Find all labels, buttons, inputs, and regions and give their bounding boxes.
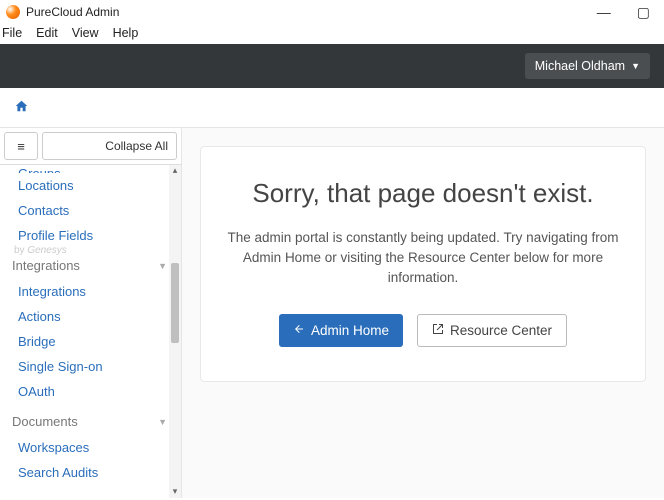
user-name: Michael Oldham bbox=[535, 59, 625, 73]
home-icon[interactable] bbox=[14, 99, 29, 116]
minimize-button[interactable]: — bbox=[597, 5, 611, 19]
error-card: Sorry, that page doesn't exist. The admi… bbox=[200, 146, 646, 382]
content-area: Sorry, that page doesn't exist. The admi… bbox=[182, 128, 664, 498]
scroll-down-icon[interactable]: ▾ bbox=[169, 486, 181, 498]
scroll-up-icon[interactable]: ▴ bbox=[169, 165, 181, 177]
maximize-button[interactable]: ▢ bbox=[637, 5, 650, 19]
chevron-down-icon: ▼ bbox=[158, 261, 167, 271]
resource-center-button[interactable]: Resource Center bbox=[417, 314, 567, 347]
sidebar: ≡ Collapse All Groups Locations Contacts… bbox=[0, 128, 182, 498]
scroll-thumb[interactable] bbox=[171, 263, 179, 343]
sidebar-item-actions[interactable]: Actions bbox=[18, 304, 175, 329]
sidebar-item-search-audits[interactable]: Search Audits bbox=[18, 460, 175, 485]
sidebar-item-sso[interactable]: Single Sign-on bbox=[18, 354, 175, 379]
collapse-all-button[interactable]: Collapse All bbox=[42, 132, 177, 160]
user-menu[interactable]: Michael Oldham ▼ bbox=[525, 53, 650, 79]
sidebar-item-integrations[interactable]: Integrations bbox=[18, 279, 175, 304]
sidebar-item-locations[interactable]: Locations bbox=[18, 173, 175, 198]
sidebar-section-integrations[interactable]: Integrations ▼ bbox=[12, 248, 175, 279]
sidebar-section-documents[interactable]: Documents ▼ bbox=[12, 404, 175, 435]
sidebar-toggle-button[interactable]: ≡ bbox=[4, 132, 38, 160]
error-actions: Admin Home Resource Center bbox=[227, 314, 619, 347]
caret-down-icon: ▼ bbox=[631, 61, 640, 71]
sidebar-scroll: Groups Locations Contacts Profile Fields… bbox=[0, 165, 181, 498]
sidebar-item-groups[interactable]: Groups bbox=[18, 165, 175, 173]
chevron-down-icon: ▼ bbox=[158, 417, 167, 427]
window-controls: — ▢ bbox=[597, 5, 658, 19]
main-split: ≡ Collapse All Groups Locations Contacts… bbox=[0, 128, 664, 498]
sidebar-item-bridge[interactable]: Bridge bbox=[18, 329, 175, 354]
external-link-icon bbox=[432, 323, 444, 338]
arrow-left-icon bbox=[293, 323, 305, 338]
sidebar-scrollbar[interactable]: ▴ ▾ bbox=[169, 165, 181, 498]
sidebar-toolbar: ≡ Collapse All bbox=[0, 128, 181, 165]
admin-home-button[interactable]: Admin Home bbox=[279, 314, 403, 347]
sidebar-item-oauth[interactable]: OAuth bbox=[18, 379, 175, 404]
sidebar-item-contacts[interactable]: Contacts bbox=[18, 198, 175, 223]
error-title: Sorry, that page doesn't exist. bbox=[227, 177, 619, 210]
sidebar-item-profile-fields[interactable]: Profile Fields bbox=[18, 223, 175, 248]
app-header: PURECLOUD by Genesys Michael Oldham ▼ bbox=[0, 44, 664, 88]
error-body: The admin portal is constantly being upd… bbox=[227, 228, 619, 289]
sidebar-item-workspaces[interactable]: Workspaces bbox=[18, 435, 175, 460]
